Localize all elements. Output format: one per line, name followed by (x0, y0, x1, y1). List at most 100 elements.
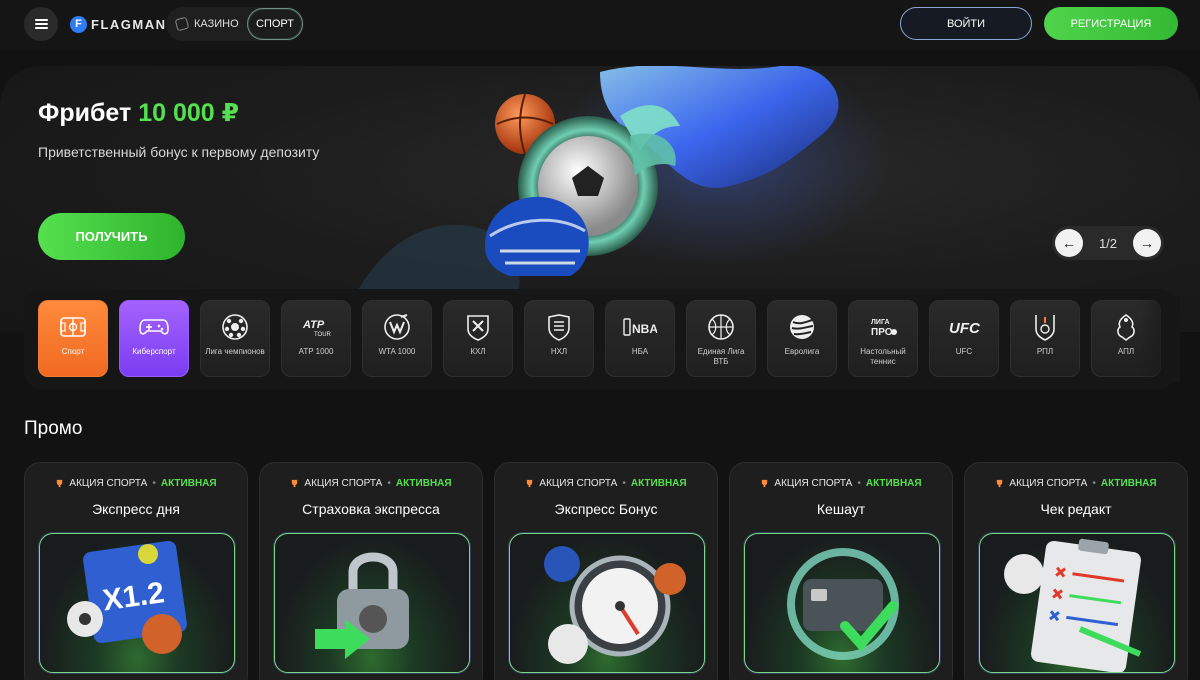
category-wta-1000[interactable]: WTA 1000 (362, 300, 432, 377)
trophy-icon (527, 479, 533, 488)
category-sport[interactable]: Спорт (38, 300, 108, 377)
promo-image (979, 533, 1175, 673)
category-label: WTA 1000 (378, 347, 416, 356)
nav-casino-label: КАЗИНО (194, 18, 239, 30)
promo-status: АКТИВНАЯ (865, 478, 922, 489)
category-label: Спорт (61, 347, 85, 356)
hero-slider-controls: ← 1/2 → (1052, 226, 1164, 260)
category-euroleague[interactable]: Евролига (767, 300, 837, 377)
promo-meta: АКЦИЯ СПОРТА • АКТИВНАЯ (260, 478, 482, 489)
hamburger-icon (34, 19, 48, 29)
category-vtb-league[interactable]: Единая Лига ВТБ (686, 300, 756, 377)
category-champions-league[interactable]: Лига чемпионов (200, 300, 270, 377)
atp-logo-subtext: TOUR (314, 332, 332, 338)
hero-title: Фрибет 10 000 ₽ (38, 98, 239, 128)
promo-type: АКЦИЯ СПОРТА (69, 478, 148, 489)
trophy-icon (292, 479, 298, 488)
logo-mark-icon: F (70, 15, 87, 33)
logo-text: FLAGMAN (91, 16, 167, 32)
promo-status: АКТИВНАЯ (395, 478, 452, 489)
category-label: РПЛ (1036, 347, 1054, 356)
nhl-icon (539, 314, 579, 341)
promo-image (274, 533, 470, 673)
category-label: Евролига (784, 347, 820, 356)
promo-name: Страховка экспресса (302, 501, 440, 517)
euroleague-icon (782, 314, 822, 340)
hero-amount: 10 000 ₽ (138, 99, 240, 127)
table-tennis-icon: ЛИГА ПРО (863, 314, 903, 340)
promo-section-title: Промо (24, 418, 83, 439)
promo-card-express-day[interactable]: АКЦИЯ СПОРТА • АКТИВНАЯ Экспресс дня X1.… (24, 462, 248, 680)
category-label: НХЛ (550, 347, 568, 356)
category-label: АПЛ (1117, 347, 1135, 356)
slide-counter: 1/2 (1098, 235, 1118, 251)
rpl-icon (1025, 314, 1065, 341)
category-khl[interactable]: КХЛ (443, 300, 513, 377)
wta-icon (377, 314, 417, 340)
category-label: UFC (955, 347, 973, 356)
login-button[interactable]: ВОЙТИ (900, 7, 1032, 40)
register-button[interactable]: РЕГИСТРАЦИЯ (1044, 7, 1178, 40)
promo-image (744, 533, 940, 673)
liga-pro-logo-text: ЛИГА (871, 319, 890, 326)
separator-dot: • (1092, 478, 1096, 489)
promo-card-express-bonus[interactable]: АКЦИЯ СПОРТА • АКТИВНАЯ Экспресс Бонус (494, 462, 718, 680)
nav-casino[interactable]: КАЗИНО (166, 16, 246, 32)
category-cybersport[interactable]: Киберспорт (119, 300, 189, 377)
prev-slide-button[interactable]: ← (1055, 229, 1083, 257)
menu-button[interactable] (24, 7, 58, 41)
logo[interactable]: F FLAGMAN (70, 14, 167, 34)
promo-status: АКТИВНАЯ (160, 478, 217, 489)
arrow-left-icon: ← (1062, 235, 1076, 251)
category-label: Единая Лига ВТБ (697, 347, 745, 366)
section-switcher: КАЗИНО СПОРТ (166, 7, 304, 41)
promo-type: АКЦИЯ СПОРТА (1009, 478, 1088, 489)
next-slide-button[interactable]: → (1132, 229, 1161, 257)
promo-meta: АКЦИЯ СПОРТА • АКТИВНАЯ (495, 478, 717, 489)
separator-dot: • (387, 478, 391, 489)
top-header: F FLAGMAN КАЗИНО СПОРТ ВОЙТИ РЕГИСТРАЦИЯ (0, 0, 1200, 50)
ufc-logo-text: UFC (949, 320, 981, 337)
category-label: Киберспорт (132, 347, 176, 356)
promo-card-check-edit[interactable]: АКЦИЯ СПОРТА • АКТИВНАЯ Чек редакт (964, 462, 1188, 680)
promo-type: АКЦИЯ СПОРТА (539, 478, 618, 489)
casino-chip-icon (174, 16, 190, 32)
category-label: Лига чемпионов (205, 347, 265, 356)
promo-meta: АКЦИЯ СПОРТА • АКТИВНАЯ (730, 478, 952, 489)
separator-dot: • (622, 478, 626, 489)
promo-name: Экспресс дня (92, 501, 180, 517)
category-nhl[interactable]: НХЛ (524, 300, 594, 377)
promo-image: X1.2 (39, 533, 235, 673)
hero-subtitle: Приветственный бонус к первому депозиту (38, 144, 320, 160)
promo-card-cashout[interactable]: АКЦИЯ СПОРТА • АКТИВНАЯ Кешаут (729, 462, 953, 680)
category-ufc[interactable]: UFC UFC (929, 300, 999, 377)
category-label: НБА (631, 347, 649, 356)
promo-meta: АКЦИЯ СПОРТА • АКТИВНАЯ (25, 478, 247, 489)
promo-name: Чек редакт (1040, 501, 1112, 517)
promo-card-express-insurance[interactable]: АКЦИЯ СПОРТА • АКТИВНАЯ Страховка экспре… (259, 462, 483, 680)
category-atp-1000[interactable]: ATP TOUR ATP 1000 (281, 300, 351, 377)
trophy-icon (57, 479, 63, 488)
promo-name: Экспресс Бонус (554, 501, 658, 517)
trophy-icon (762, 479, 768, 488)
liga-pro-logo-subtext: ПРО (871, 327, 893, 338)
nba-icon: NBA (620, 314, 660, 340)
promo-name: Кешаут (816, 501, 866, 517)
category-nba[interactable]: NBA НБА (605, 300, 675, 377)
separator-dot: • (857, 478, 861, 489)
promo-image (509, 533, 705, 673)
category-table-tennis[interactable]: ЛИГА ПРО Настольный теннис (848, 300, 918, 377)
nav-sport[interactable]: СПОРТ (247, 8, 303, 40)
champions-league-icon (215, 314, 255, 340)
atp-tour-icon: ATP TOUR (296, 314, 336, 340)
promo-status: АКТИВНАЯ (630, 478, 687, 489)
category-label: Настольный теннис (860, 347, 906, 366)
trophy-icon (997, 479, 1003, 488)
category-rpl[interactable]: РПЛ (1010, 300, 1080, 377)
get-bonus-button[interactable]: ПОЛУЧИТЬ (38, 213, 185, 260)
separator-dot: • (152, 478, 156, 489)
khl-icon (458, 314, 498, 341)
nba-logo-text: NBA (632, 322, 657, 336)
promo-status: АКТИВНАЯ (1100, 478, 1157, 489)
category-strip-fade (1140, 296, 1180, 382)
